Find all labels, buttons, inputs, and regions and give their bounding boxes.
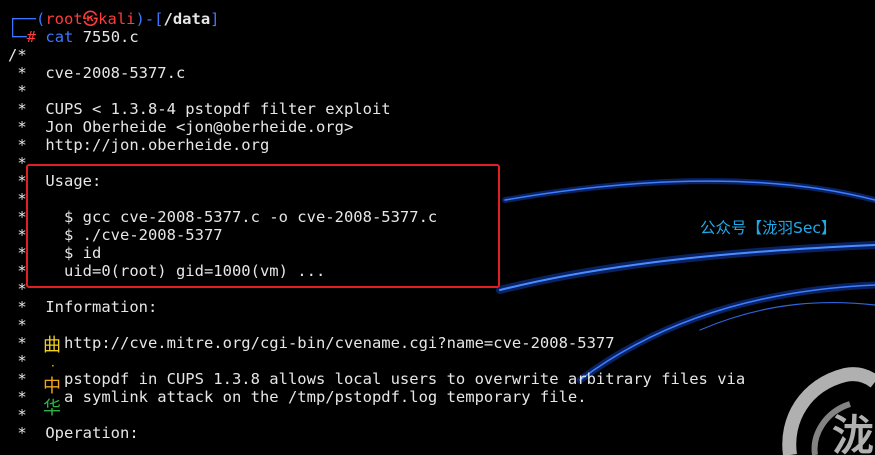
file-line: * CUPS < 1.3.8-4 pstopdf filter exploit bbox=[8, 100, 391, 118]
prompt-hash: # bbox=[26, 28, 37, 46]
stamp-char: 华 bbox=[43, 398, 61, 419]
file-line: * http://cve.mitre.org/cgi-bin/cvename.c… bbox=[8, 334, 615, 352]
wechat-watermark: 公众号【泷羽Sec】 bbox=[700, 219, 837, 237]
file-line: * http://jon.oberheide.org bbox=[8, 136, 270, 154]
file-line: * bbox=[8, 406, 27, 424]
file-line: * bbox=[8, 82, 27, 100]
prompt-host: kali bbox=[98, 10, 136, 28]
stamp-char: 曲 bbox=[43, 335, 61, 356]
usage-highlight-box bbox=[26, 164, 500, 288]
command-name: cat bbox=[45, 28, 74, 46]
file-line: * bbox=[8, 154, 27, 172]
prompt-path: /data bbox=[163, 10, 211, 28]
prompt-user: root bbox=[45, 10, 83, 28]
stamp-char: 中 bbox=[43, 376, 61, 397]
file-line: * Information: bbox=[8, 298, 158, 316]
file-line: * Operation: bbox=[8, 424, 139, 442]
file-line: * Jon Oberheide <jon@oberheide.org> bbox=[8, 118, 354, 136]
file-line: /* bbox=[8, 46, 27, 64]
file-line: * bbox=[8, 316, 27, 334]
file-line: * a symlink attack on the /tmp/pstopdf.l… bbox=[8, 388, 587, 406]
file-line: * pstopdf in CUPS 1.3.8 allows local use… bbox=[8, 370, 746, 388]
file-line: * bbox=[8, 352, 27, 370]
prompt-header: ┌──(root㉿kali)-[/data] bbox=[8, 10, 220, 28]
skull-icon: ㉿ bbox=[82, 10, 99, 28]
file-line: * cve-2008-5377.c bbox=[8, 64, 186, 82]
command-line: └─# cat 7550.c bbox=[8, 28, 139, 46]
stamp-char: · bbox=[51, 359, 55, 373]
command-argument: 7550.c bbox=[82, 28, 139, 46]
file-line: * bbox=[8, 190, 27, 208]
terminal-window[interactable]: ┌──(root㉿kali)-[/data] └─# cat 7550.c /*… bbox=[0, 0, 875, 455]
file-line: * bbox=[8, 280, 27, 298]
